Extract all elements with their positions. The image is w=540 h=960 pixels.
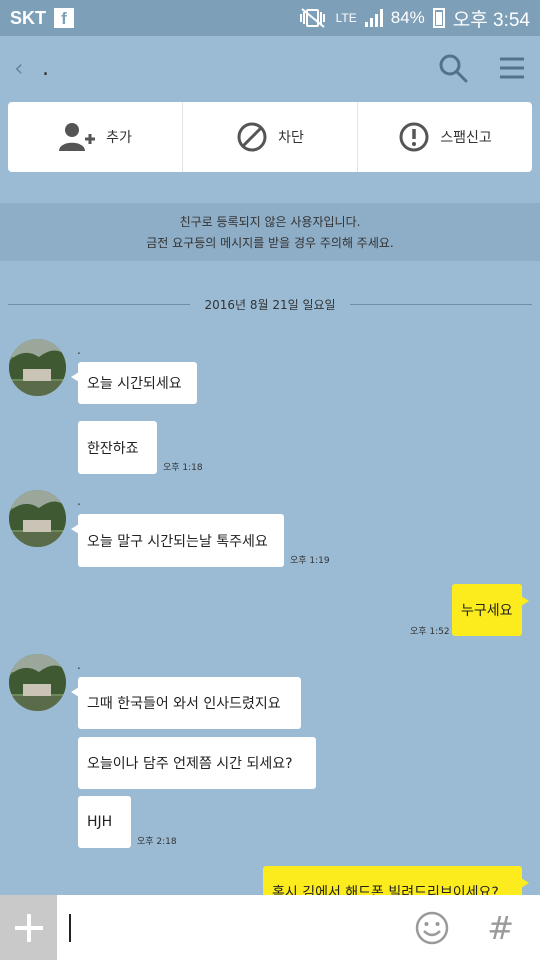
received-message-bubble[interactable]: 오늘이나 담주 언제쯤 시간 되세요? [78, 737, 316, 789]
hashtag-search-icon[interactable]: # [487, 909, 514, 947]
facebook-notification-icon: f [54, 8, 74, 28]
chat-header: ‹ . [0, 36, 540, 100]
notice-line-2: 금전 요구등의 메시지를 받을 경우 주의해 주세요. [146, 236, 394, 250]
add-friend-label: 추가 [106, 130, 132, 146]
plus-icon [14, 913, 43, 942]
clock: 오후 3:54 [452, 9, 530, 31]
avatar-photo [9, 490, 66, 547]
message-input-field[interactable] [69, 913, 71, 942]
sender-name: . [77, 343, 81, 357]
unknown-user-action-bar: 추가 차단 스팸신고 [8, 102, 532, 172]
add-friend-button[interactable]: 추가 [8, 102, 183, 172]
report-spam-label: 스팸신고 [440, 130, 492, 146]
received-message-bubble[interactable]: 오늘 시간되세요 [71, 362, 197, 404]
date-label: 2016년 8월 21일 일요일 [204, 297, 336, 312]
emoticon-icon[interactable] [415, 911, 449, 945]
block-label: 차단 [278, 130, 304, 146]
message-timestamp: 오후 2:18 [137, 837, 177, 847]
received-message-bubble[interactable]: 그때 한국들어 와서 인사드렸지요 [71, 677, 301, 729]
battery-percent: 84% [390, 8, 425, 27]
block-icon [237, 122, 267, 152]
report-spam-button[interactable]: 스팸신고 [358, 102, 532, 172]
sender-name: . [77, 658, 81, 672]
report-icon [399, 122, 429, 152]
status-bar: SKT f LTE 84% 오후 3:54 [0, 0, 540, 36]
back-chevron-icon[interactable]: ‹ [14, 54, 36, 82]
search-icon[interactable] [438, 53, 468, 83]
network-type-label: LTE [335, 11, 357, 25]
message-timestamp: 오후 1:18 [163, 463, 203, 473]
vibrate-mute-icon [299, 8, 325, 28]
message-timestamp: 오후 1:52 [410, 627, 450, 637]
sent-message-bubble[interactable]: 누구세요 [452, 584, 529, 636]
attach-plus-button[interactable] [0, 895, 57, 960]
message-timestamp: 오후 1:19 [290, 556, 330, 566]
avatar-photo [9, 654, 66, 711]
carrier-label: SKT [10, 7, 46, 28]
received-message-bubble[interactable]: 오늘 말구 시간되는날 톡주세요 [71, 514, 284, 567]
block-button[interactable]: 차단 [183, 102, 358, 172]
menu-icon[interactable] [498, 56, 526, 80]
received-message-bubble[interactable]: HJH [78, 796, 131, 848]
avatar[interactable] [9, 490, 66, 547]
avatar-photo [9, 339, 66, 396]
sender-name: . [77, 494, 81, 508]
message-input-bar: # [0, 895, 540, 960]
received-message-bubble[interactable]: 한잔하죠 [78, 421, 157, 474]
notice-line-1: 친구로 등록되지 않은 사용자입니다. [179, 215, 361, 229]
signal-strength-icon [364, 9, 383, 27]
add-friend-icon [59, 123, 96, 151]
unknown-user-notice: 친구로 등록되지 않은 사용자입니다. 금전 요구등의 메시지를 받을 경우 주… [0, 203, 540, 261]
avatar[interactable] [9, 654, 66, 711]
chat-title: . [42, 55, 49, 81]
battery-icon [432, 8, 445, 28]
avatar[interactable] [9, 339, 66, 396]
date-divider: 2016년 8월 21일 일요일 [8, 294, 533, 314]
